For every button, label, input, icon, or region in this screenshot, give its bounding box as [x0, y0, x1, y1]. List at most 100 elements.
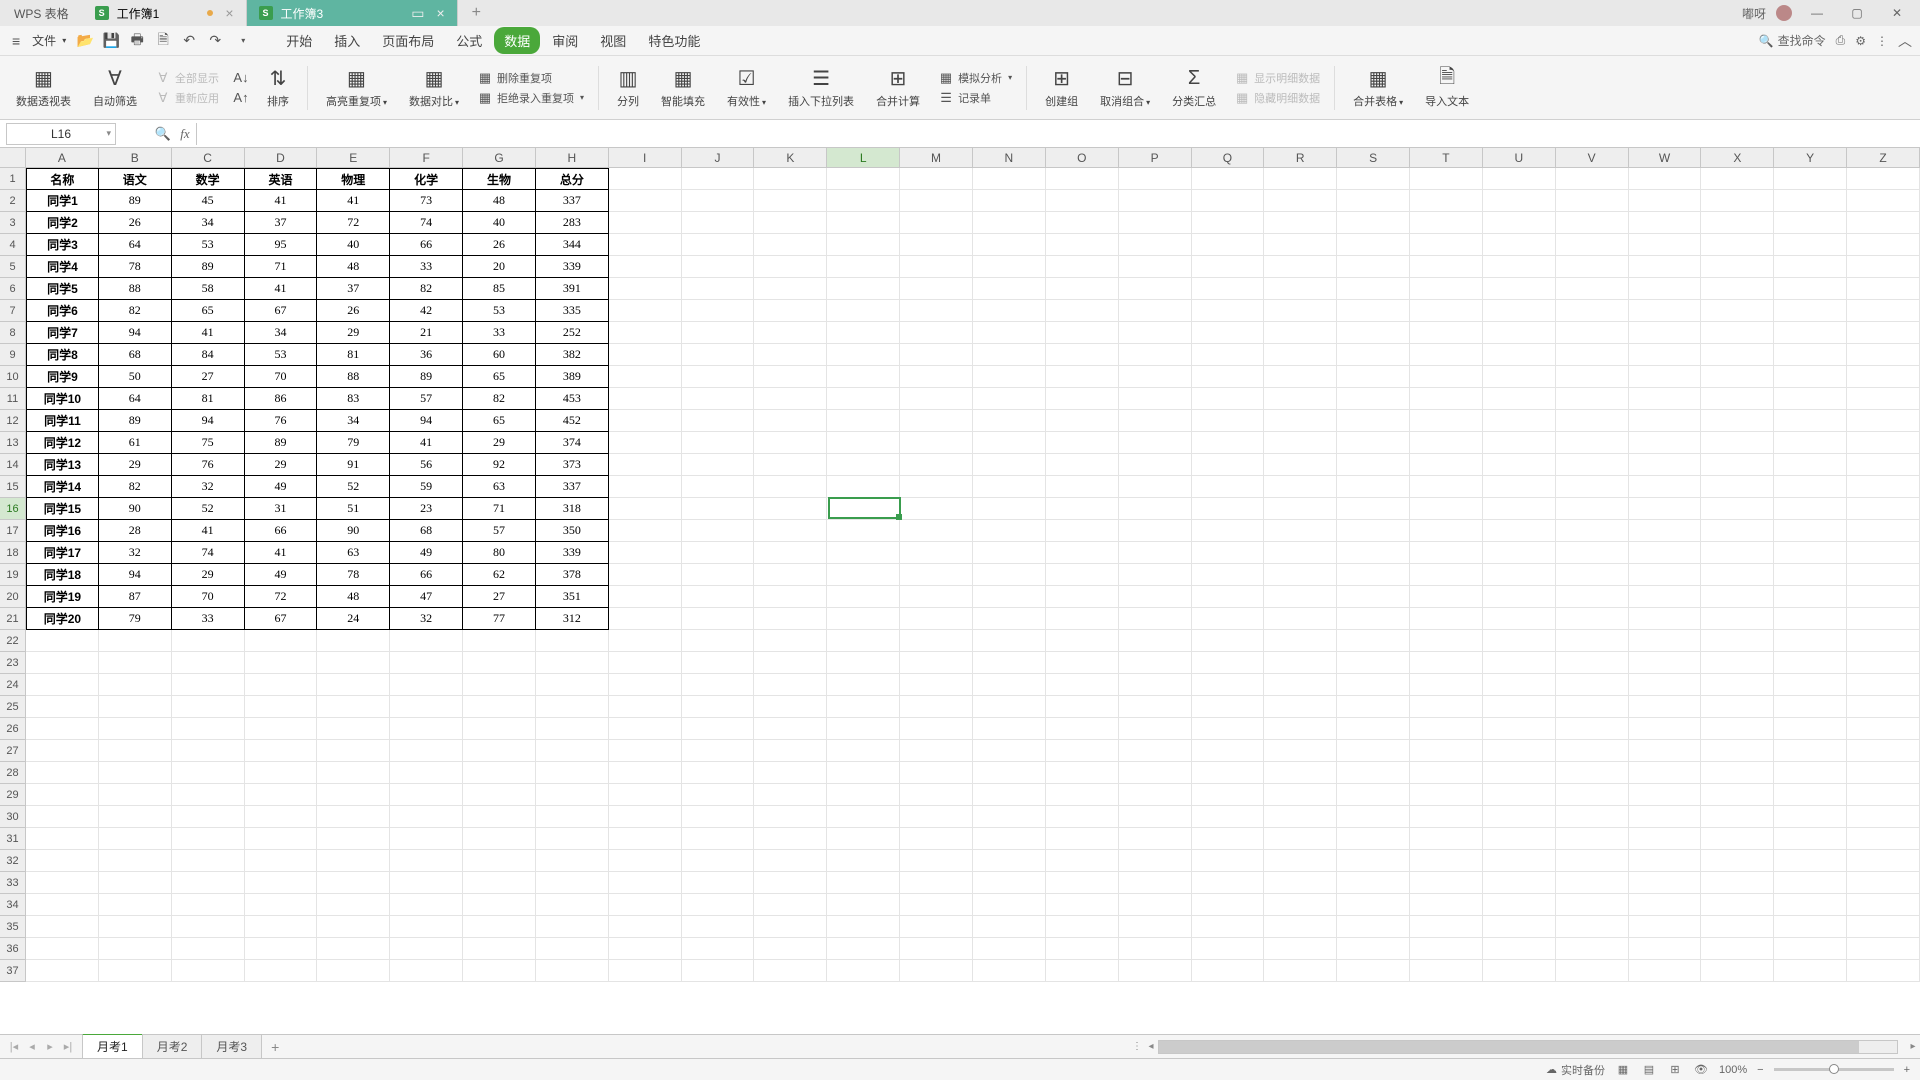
cell[interactable]: [1556, 718, 1629, 740]
cell[interactable]: [973, 828, 1046, 850]
cell[interactable]: [1337, 762, 1410, 784]
cell[interactable]: [1119, 520, 1192, 542]
cell[interactable]: [245, 938, 318, 960]
cell[interactable]: 48: [317, 256, 390, 278]
cell[interactable]: [1337, 278, 1410, 300]
cell[interactable]: [99, 652, 172, 674]
cell[interactable]: [1556, 894, 1629, 916]
import-text-button[interactable]: 🗎导入文本: [1417, 65, 1477, 111]
cell[interactable]: [1046, 542, 1119, 564]
cell[interactable]: [754, 454, 827, 476]
cell[interactable]: [973, 190, 1046, 212]
cell[interactable]: [1264, 608, 1337, 630]
cell[interactable]: [26, 696, 99, 718]
cell[interactable]: [536, 652, 609, 674]
cell[interactable]: [1556, 366, 1629, 388]
cell[interactable]: [1483, 366, 1556, 388]
cell[interactable]: [245, 674, 318, 696]
cell[interactable]: [682, 234, 755, 256]
cell[interactable]: 283: [536, 212, 609, 234]
cell[interactable]: [1046, 168, 1119, 190]
cell[interactable]: [754, 872, 827, 894]
cell[interactable]: [99, 740, 172, 762]
cell[interactable]: [1847, 872, 1920, 894]
cell[interactable]: [1483, 454, 1556, 476]
cell[interactable]: [1264, 366, 1337, 388]
cell[interactable]: [1337, 564, 1410, 586]
cell[interactable]: 89: [99, 190, 172, 212]
row-header[interactable]: 36: [0, 938, 25, 960]
cell[interactable]: [1046, 938, 1119, 960]
cell[interactable]: [1264, 960, 1337, 982]
cell[interactable]: [754, 938, 827, 960]
cell[interactable]: [1629, 542, 1702, 564]
cell[interactable]: 同学3: [26, 234, 99, 256]
cell[interactable]: [1119, 718, 1192, 740]
cell[interactable]: [536, 718, 609, 740]
cell[interactable]: 337: [536, 476, 609, 498]
cell[interactable]: [1410, 454, 1483, 476]
cell[interactable]: [1774, 366, 1847, 388]
cell[interactable]: [1629, 696, 1702, 718]
cell[interactable]: [1847, 916, 1920, 938]
cell[interactable]: 92: [463, 454, 536, 476]
cell[interactable]: [1701, 476, 1774, 498]
validity-button[interactable]: ☑有效性▾: [719, 65, 774, 111]
cell[interactable]: [682, 674, 755, 696]
cell[interactable]: [1847, 652, 1920, 674]
cell[interactable]: [1556, 476, 1629, 498]
cell[interactable]: [1774, 564, 1847, 586]
row-header[interactable]: 33: [0, 872, 25, 894]
cell[interactable]: [1046, 652, 1119, 674]
cell[interactable]: [1192, 828, 1265, 850]
cell[interactable]: [973, 938, 1046, 960]
cell[interactable]: 89: [390, 366, 463, 388]
cell[interactable]: [682, 300, 755, 322]
row-header[interactable]: 16: [0, 498, 25, 520]
cell[interactable]: [1556, 806, 1629, 828]
cell[interactable]: [1629, 828, 1702, 850]
pivot-table-button[interactable]: ▦数据透视表: [8, 65, 79, 111]
cell[interactable]: [900, 256, 973, 278]
cell[interactable]: [973, 586, 1046, 608]
col-header[interactable]: V: [1556, 148, 1629, 167]
spreadsheet-grid[interactable]: ABCDEFGHIJKLMNOPQRSTUVWXYZ 1234567891011…: [0, 148, 1920, 1034]
cell[interactable]: [463, 674, 536, 696]
cell[interactable]: [827, 696, 900, 718]
cell[interactable]: [1192, 674, 1265, 696]
cell[interactable]: [1629, 894, 1702, 916]
col-header[interactable]: D: [245, 148, 318, 167]
document-tab-active[interactable]: S 工作簿3 ▭ ×: [247, 0, 458, 26]
cell[interactable]: [827, 190, 900, 212]
cell[interactable]: [1629, 432, 1702, 454]
cell[interactable]: 83: [317, 388, 390, 410]
cell[interactable]: 344: [536, 234, 609, 256]
cell[interactable]: [390, 652, 463, 674]
smart-fill-button[interactable]: ▦智能填充: [653, 65, 713, 111]
save-icon[interactable]: 💾: [100, 30, 122, 52]
cell[interactable]: [1192, 784, 1265, 806]
cell[interactable]: [900, 212, 973, 234]
sheet-tab[interactable]: 月考1: [82, 1033, 143, 1058]
row-header[interactable]: 32: [0, 850, 25, 872]
cell[interactable]: [609, 652, 682, 674]
cell[interactable]: [973, 542, 1046, 564]
cell[interactable]: [900, 344, 973, 366]
sheet-tab[interactable]: 月考3: [201, 1034, 262, 1058]
cell[interactable]: [754, 740, 827, 762]
cell[interactable]: [827, 894, 900, 916]
cell[interactable]: [973, 498, 1046, 520]
cell[interactable]: [609, 212, 682, 234]
cell[interactable]: 72: [245, 586, 318, 608]
cell[interactable]: 71: [245, 256, 318, 278]
cell[interactable]: [1337, 894, 1410, 916]
cell[interactable]: [682, 630, 755, 652]
cell[interactable]: [172, 784, 245, 806]
cell[interactable]: [390, 696, 463, 718]
cell[interactable]: [390, 762, 463, 784]
cell[interactable]: [1629, 410, 1702, 432]
cell[interactable]: [609, 366, 682, 388]
cell[interactable]: [1774, 168, 1847, 190]
cell[interactable]: [245, 806, 318, 828]
cell[interactable]: [900, 168, 973, 190]
